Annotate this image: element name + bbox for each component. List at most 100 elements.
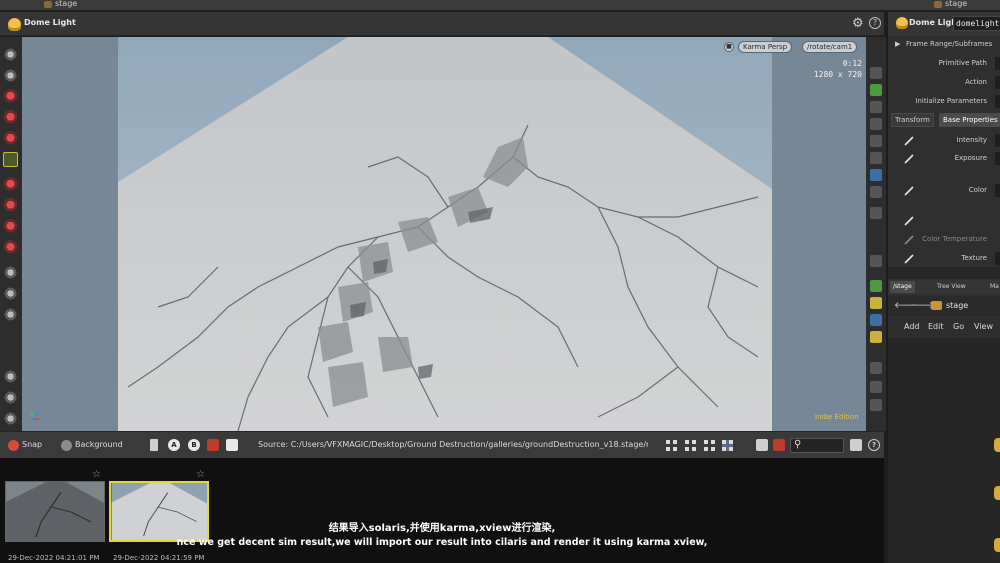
lock-tool-icon[interactable] xyxy=(3,68,18,83)
guides-icon[interactable] xyxy=(870,297,882,309)
keyframe-brush-icon[interactable] xyxy=(904,186,914,196)
texture-field[interactable] xyxy=(995,252,1000,265)
keyframe-brush-icon[interactable] xyxy=(904,235,914,245)
points-icon[interactable] xyxy=(870,280,882,292)
star-icon[interactable]: ☆ xyxy=(92,469,101,480)
color-field[interactable] xyxy=(995,184,1000,197)
select-tool-icon[interactable] xyxy=(3,47,18,62)
tab-transform[interactable]: Transform xyxy=(891,113,934,127)
viewport-title: Dome Light xyxy=(24,18,76,27)
compare-a-button[interactable]: A xyxy=(168,439,180,451)
help-icon[interactable]: ? xyxy=(868,439,880,451)
camera-menu[interactable]: /rotate/cam1 xyxy=(802,41,858,53)
tab-stage[interactable]: /stage xyxy=(890,281,915,293)
path-crumb-right[interactable]: stage xyxy=(945,0,967,8)
viewport-header: Dome Light ⚙ ? xyxy=(0,12,884,36)
home-icon[interactable] xyxy=(870,118,882,130)
node-name-field[interactable]: domelight xyxy=(953,16,1000,31)
snap-tool-icon[interactable] xyxy=(3,240,18,255)
settings-icon[interactable] xyxy=(226,439,238,451)
thumbnail-date: 29-Dec-2022 04:21:59 PM xyxy=(113,554,205,562)
grid-medium-icon[interactable] xyxy=(685,440,696,451)
paint-tool-icon[interactable] xyxy=(3,307,18,322)
render-viewport[interactable]: ■ Karma Persp /rotate/cam1 0:12 1280 x 7… xyxy=(22,37,886,431)
handle-tool-icon[interactable] xyxy=(3,177,18,192)
path-crumb-left[interactable]: stage xyxy=(55,0,77,8)
frame-range-folder[interactable]: ▶ Frame Range/Subframes xyxy=(888,37,1000,53)
network-node[interactable] xyxy=(994,538,1000,552)
thumbnail-date: 29-Dec-2022 04:21:01 PM xyxy=(8,554,100,562)
scale-tool-icon[interactable] xyxy=(3,131,18,146)
camera-tool-icon[interactable] xyxy=(3,286,18,301)
keyframe-brush-icon[interactable] xyxy=(904,136,914,146)
keyframe-brush-icon[interactable] xyxy=(904,254,914,264)
light-bulb-icon xyxy=(8,18,21,31)
menu-add[interactable]: Add xyxy=(904,322,920,331)
initialize-field[interactable] xyxy=(995,95,1000,108)
star-filter-icon[interactable] xyxy=(756,439,768,451)
gallery-options-icon[interactable] xyxy=(850,439,862,451)
scroll-down-icon[interactable] xyxy=(870,399,882,411)
light-tool-icon[interactable] xyxy=(3,152,18,167)
gear-icon[interactable]: ⚙ xyxy=(852,16,864,31)
flag-icon[interactable] xyxy=(150,439,158,451)
visibility-icon[interactable] xyxy=(870,84,882,96)
filmstrip-icon[interactable] xyxy=(722,440,733,451)
keyframe-brush-icon[interactable] xyxy=(904,216,914,226)
rotate-tool-icon[interactable] xyxy=(3,110,18,125)
snap-button[interactable]: Snap xyxy=(22,440,42,449)
scroll-up-icon[interactable] xyxy=(870,362,882,374)
gallery-search-input[interactable]: ⚲ xyxy=(790,438,844,453)
measure-tool-icon[interactable] xyxy=(3,411,18,426)
renderer-menu[interactable]: Karma Persp xyxy=(738,41,793,53)
ghost-icon[interactable] xyxy=(870,207,882,219)
network-path[interactable]: stage xyxy=(946,301,968,310)
network-node[interactable] xyxy=(994,438,1000,452)
background-icon xyxy=(61,440,72,451)
shading-icon[interactable] xyxy=(870,152,882,164)
menu-view[interactable]: View xyxy=(974,322,993,331)
grid-large-icon[interactable] xyxy=(704,440,715,451)
display-options-icon[interactable] xyxy=(870,67,882,79)
normals-icon[interactable] xyxy=(870,314,882,326)
pose-tool-icon[interactable] xyxy=(3,198,18,213)
brush-tool-icon[interactable] xyxy=(3,390,18,405)
lock-icon[interactable]: ■ xyxy=(724,42,734,52)
action-field[interactable] xyxy=(995,76,1000,89)
background-menu[interactable]: Background xyxy=(75,440,123,449)
color-temperature-row: Color Temperature xyxy=(888,232,1000,248)
move-tool-icon[interactable] xyxy=(3,89,18,104)
color-row: Color xyxy=(888,183,1000,199)
render-tool-icon[interactable] xyxy=(3,369,18,384)
wireframe-icon[interactable] xyxy=(870,169,882,181)
channels-icon[interactable] xyxy=(207,439,219,451)
render-gallery: ☆ 29-Dec-2022 04:21:01 PM ☆ 29-Dec-2022 … xyxy=(0,458,884,563)
light-toggle-icon[interactable] xyxy=(870,186,882,198)
star-icon[interactable]: ☆ xyxy=(196,469,205,480)
keyframe-brush-icon[interactable] xyxy=(904,154,914,164)
menu-edit[interactable]: Edit xyxy=(928,322,944,331)
exposure-field[interactable] xyxy=(995,152,1000,165)
primitive-path-field[interactable] xyxy=(995,57,1000,70)
intensity-field[interactable] xyxy=(995,134,1000,147)
magnet-tool-icon[interactable] xyxy=(3,219,18,234)
top-path-bar: stage stage xyxy=(0,0,1000,10)
menu-go[interactable]: Go xyxy=(953,322,964,331)
lock-camera-icon[interactable] xyxy=(870,101,882,113)
snap-icon[interactable] xyxy=(8,440,19,451)
pane-divider[interactable] xyxy=(888,267,1000,279)
tab-more[interactable]: Ma xyxy=(987,281,1000,293)
tab-tree-view[interactable]: Tree View xyxy=(934,281,969,293)
help-icon[interactable]: ? xyxy=(869,17,881,29)
network-node[interactable] xyxy=(994,486,1000,500)
compare-b-button[interactable]: B xyxy=(188,439,200,451)
grid-icon[interactable] xyxy=(870,255,882,267)
tab-base-properties[interactable]: Base Properties xyxy=(939,113,1000,127)
network-editor[interactable] xyxy=(888,338,1000,563)
scroll-mid-icon[interactable] xyxy=(870,381,882,393)
grid-small-icon[interactable] xyxy=(666,440,677,451)
delete-filter-icon[interactable] xyxy=(773,439,785,451)
primitives-icon[interactable] xyxy=(870,331,882,343)
view-tool-icon[interactable] xyxy=(3,265,18,280)
frame-icon[interactable] xyxy=(870,135,882,147)
